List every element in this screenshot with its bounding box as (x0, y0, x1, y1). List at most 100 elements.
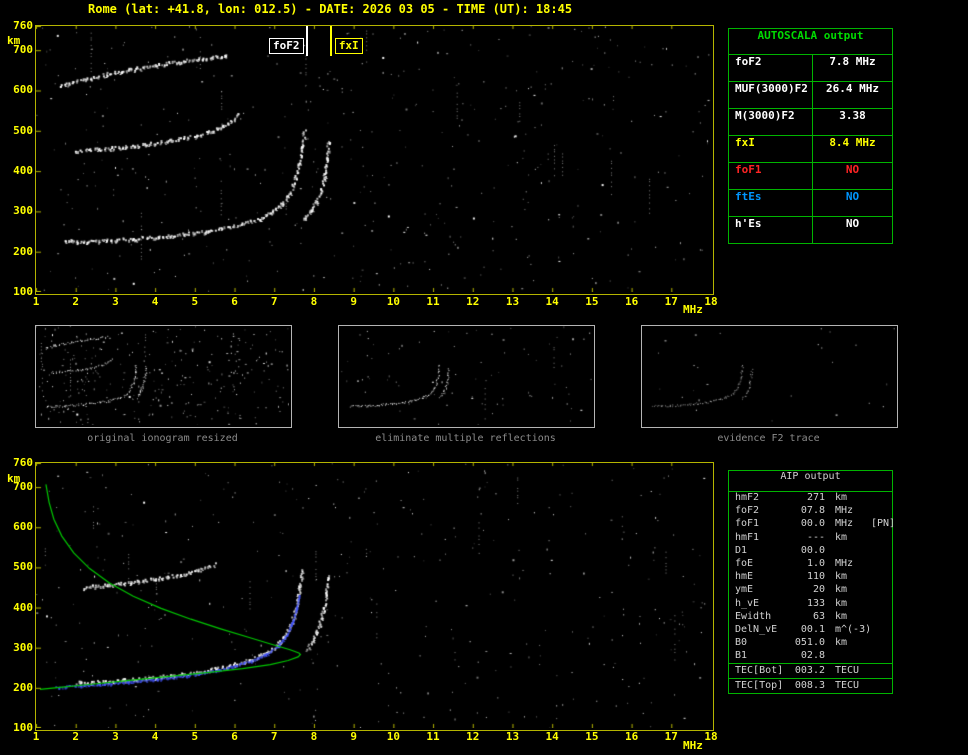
aip-row-label: foE (735, 557, 754, 569)
x-tick-label: 15 (585, 295, 599, 308)
aip-row-unit: MHz (835, 518, 854, 530)
aip-row-label: B1 (735, 650, 748, 662)
x-tick-label: 14 (545, 730, 559, 743)
aip-row-label: hmE (735, 571, 754, 583)
aip-row-extra (869, 637, 892, 650)
aip-row-extra (869, 650, 892, 663)
thumbnail-eliminate-reflections (338, 325, 595, 428)
thumbnail-original-canvas (36, 326, 289, 425)
aip-row-value: 00.0 (800, 544, 825, 556)
x-tick-label: 3 (112, 295, 119, 308)
aip-row: foF2 07.8 MHz (729, 505, 892, 518)
x-tick-label: 9 (350, 730, 357, 743)
aip-row-extra (869, 598, 892, 611)
x-tick-label: 10 (386, 295, 400, 308)
y-tick-label: 200 (13, 680, 33, 694)
x-tick-label: 8 (310, 730, 318, 743)
x-tick-label: 14 (545, 295, 559, 308)
x-tick-label: 2 (72, 730, 80, 743)
aip-row: hmF2 271 km (729, 492, 892, 505)
autoscala-row-label: ftEs (729, 190, 813, 216)
aip-row-unit: km (835, 492, 848, 503)
y-tick-label: 700 (13, 43, 33, 57)
autoscala-row: MUF(3000)F2 26.4 MHz (729, 82, 892, 109)
station-title: Rome (lat: +41.8, lon: 012.5) - DATE: 20… (88, 2, 573, 16)
x-tick-label: 15 (585, 730, 599, 743)
x-tick-label: 16 (624, 295, 639, 308)
aip-row-label: TEC[Bot] (735, 665, 784, 677)
autoscala-row-value: 7.8 MHz (829, 55, 876, 68)
autoscala-row-value: 3.38 (839, 109, 866, 122)
thumbnail-eliminate-canvas (339, 326, 592, 425)
bottom-x-axis-unit: MHz (683, 739, 703, 752)
aip-row: D1 00.0 (729, 545, 892, 558)
aip-row-label: ymE (735, 584, 754, 596)
autoscala-row-label: foF2 (729, 55, 813, 81)
x-tick-label: 5 (191, 730, 199, 743)
y-tick-label: 600 (13, 83, 33, 97)
aip-row-extra (869, 624, 892, 637)
aip-row: h_vE 133 km (729, 598, 892, 611)
aip-row-value: 07.8 (800, 505, 825, 517)
aip-row-value: --- (806, 531, 825, 543)
x-tick-label: 17 (664, 730, 678, 743)
x-tick-label: 7 (270, 730, 278, 743)
autoscala-row: fxI 8.4 MHz (729, 136, 892, 163)
aip-row-unit: km (835, 571, 848, 583)
autoscala-row: h'Es NO (729, 217, 892, 243)
aip-row: B1 02.8 (729, 650, 892, 663)
y-tick-label: 300 (13, 640, 33, 654)
thumbnail-caption-original: original ionogram resized (87, 433, 238, 444)
aip-row-value: 133 (806, 597, 825, 609)
top-ionogram-canvas (36, 26, 711, 292)
aip-row-label: DelN_vE (735, 623, 778, 635)
x-tick-label: 12 (466, 730, 480, 743)
autoscala-row: foF2 7.8 MHz (729, 55, 892, 82)
top-x-axis-unit: MHz (683, 303, 703, 316)
aip-row-unit: m^(-3) (835, 623, 872, 635)
aip-row-unit: km (835, 584, 848, 596)
y-tick-label: 100 (13, 721, 33, 734)
aip-row-value: 02.8 (800, 650, 825, 662)
thumbnail-evidence-f2 (641, 325, 898, 428)
y-tick-label: 760 (13, 456, 33, 469)
fof2-marker-label: foF2 (269, 38, 304, 54)
aip-row-value: 003.2 (794, 665, 825, 677)
x-tick-label: 17 (664, 295, 678, 308)
autoscala-row-value: 8.4 MHz (829, 136, 876, 149)
aip-row: B0 051.0 km (729, 637, 892, 650)
aip-row: DelN_vE 00.1 m^(-3) (729, 624, 892, 637)
aip-row-unit (825, 650, 869, 663)
aip-row: hmF1 --- km (729, 532, 892, 545)
aip-row-extra (869, 558, 892, 571)
autoscala-row-value: NO (845, 190, 860, 203)
x-tick-label: 11 (426, 730, 440, 743)
aip-table-rows: hmF2 271 km foF2 07.8 MHz foF1 00.0 MHz [PN] hmF1 -… (729, 492, 896, 693)
aip-row: TEC[Top] 008.3 TECU (729, 678, 892, 693)
x-tick-label: 13 (505, 295, 520, 308)
fof2-marker-line (306, 26, 308, 56)
aip-row-unit: TECU (835, 665, 860, 677)
aip-row-unit: km (835, 531, 848, 543)
autoscala-row-value: 26.4 MHz (826, 82, 879, 95)
aip-row-unit (825, 545, 869, 558)
y-tick-label: 500 (13, 123, 33, 137)
x-tick-label: 6 (231, 295, 238, 308)
x-tick-label: 4 (151, 295, 159, 308)
y-tick-label: 600 (13, 520, 33, 534)
autoscala-row-value: NO (845, 163, 860, 176)
thumbnail-evidence-canvas (642, 326, 895, 425)
aip-row-label: D1 (735, 544, 748, 556)
aip-row-value: 051.0 (794, 637, 825, 649)
aip-row-unit: km (835, 597, 848, 609)
y-tick-label: 300 (13, 204, 33, 218)
aip-row-label: TEC[Top] (735, 680, 784, 692)
autoscala-table-title: AUTOSCALA output (729, 29, 892, 55)
aip-row-extra: [PN] (871, 518, 896, 530)
aip-row-label: hmF2 (735, 492, 760, 503)
x-tick-label: 4 (151, 730, 159, 743)
aip-row-unit: MHz (835, 557, 854, 569)
autoscala-output-table: AUTOSCALA output foF2 7.8 MHz MUF(3000)F2 2… (728, 28, 893, 244)
thumbnail-original-ionogram (35, 325, 292, 428)
aip-row-extra (869, 492, 892, 505)
